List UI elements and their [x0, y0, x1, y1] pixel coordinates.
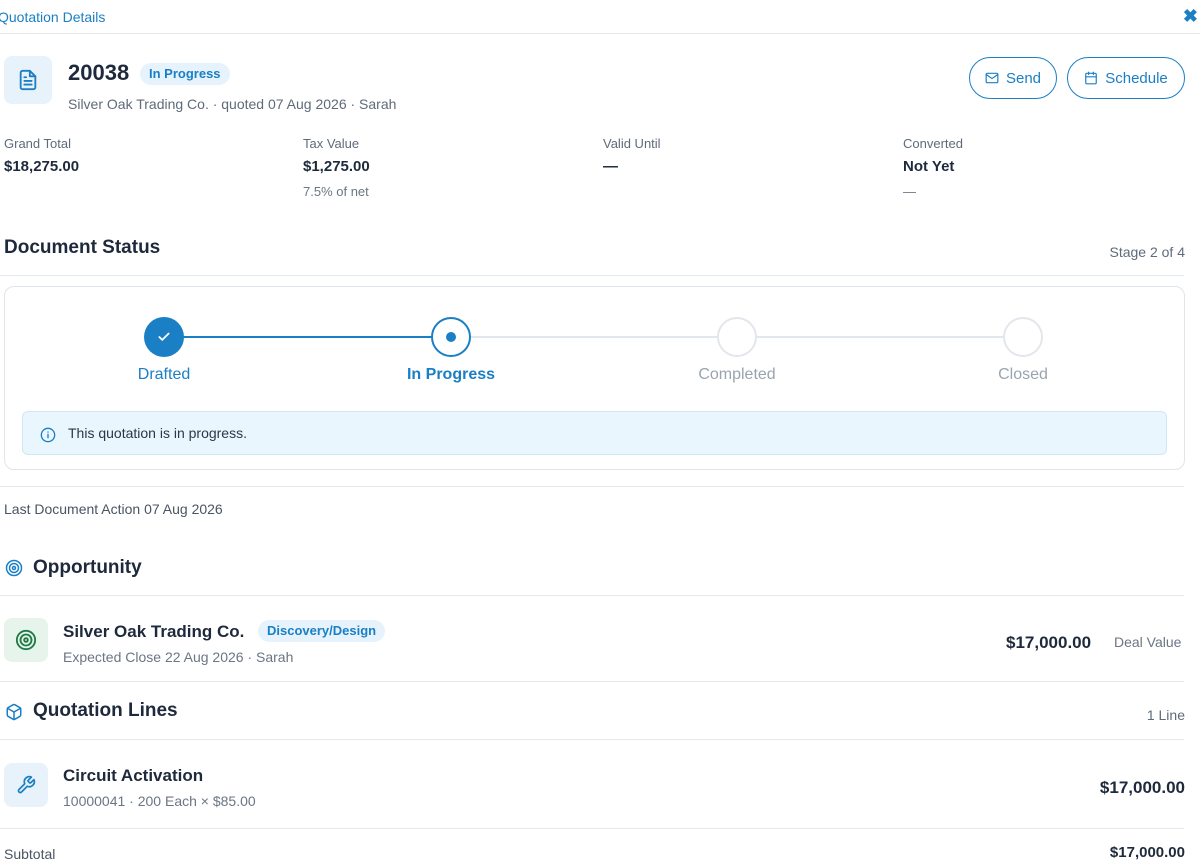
dialog-header: Quotation Details ✖ [0, 0, 1200, 34]
document-status-title: Document Status [4, 237, 161, 258]
box-icon [6, 703, 22, 721]
line-count: 1 Line [1146, 707, 1185, 723]
calendar-icon [1085, 71, 1098, 85]
line-item-detail: 10000041 · 200 Each × $85.00 [63, 793, 256, 809]
dialog-title: Quotation Details [0, 9, 106, 25]
kpi-label: Grand Total [4, 136, 71, 151]
opportunity-section-title: Opportunity [33, 557, 142, 578]
deal-value-amount: $17,000.00 [1006, 633, 1092, 652]
status-info-banner: This quotation is in progress. [22, 411, 1167, 455]
divider [0, 486, 1184, 487]
step-closed-marker [1003, 317, 1043, 357]
kpi-label: Converted [903, 136, 963, 151]
check-icon [158, 332, 170, 341]
step-label-in-progress: In Progress [406, 366, 496, 383]
opportunity-stage-badge: Discovery/Design [258, 620, 386, 642]
kpi-value: $18,275.00 [4, 158, 80, 175]
status-badge: In Progress [140, 63, 230, 85]
kpi-sub: 7.5% of net [303, 184, 369, 199]
divider [0, 681, 1184, 682]
kpi-value: — [603, 158, 618, 175]
info-message: This quotation is in progress. [68, 425, 247, 441]
kpi-converted: Converted Not Yet — [903, 136, 963, 199]
kpi-tax-value: Tax Value $1,275.00 7.5% of net [303, 136, 370, 199]
kpi-label: Valid Until [603, 136, 661, 151]
kpi-grand-total: Grand Total $18,275.00 [4, 136, 79, 175]
line-item-name[interactable]: Circuit Activation [63, 766, 203, 786]
quotation-lines-section-title: Quotation Lines [33, 700, 178, 721]
schedule-button-label: Schedule [1105, 69, 1168, 87]
progress-track-complete [164, 336, 451, 338]
last-document-action: Last Document Action 07 Aug 2026 [4, 501, 223, 517]
subtotal-value: $17,000.00 [1109, 844, 1185, 861]
active-dot [446, 332, 456, 342]
step-in-progress-marker [431, 317, 471, 357]
line-item-amount: $17,000.00 [1099, 778, 1185, 797]
mail-icon [985, 72, 999, 84]
quote-subline: Silver Oak Trading Co. · quoted 07 Aug 2… [68, 96, 397, 112]
step-label-completed: Completed [698, 366, 776, 383]
wrench-icon [4, 763, 48, 807]
kpi-sub: — [903, 184, 916, 199]
send-button-label: Send [1005, 69, 1042, 87]
step-drafted-marker [144, 317, 184, 357]
step-completed-marker [717, 317, 757, 357]
schedule-button[interactable]: Schedule [1067, 57, 1185, 99]
send-button[interactable]: Send [969, 57, 1057, 99]
info-icon [40, 427, 56, 443]
kpi-value: Not Yet [903, 158, 955, 175]
kpi-valid-until: Valid Until — [603, 136, 661, 175]
divider [0, 275, 1184, 276]
divider [0, 828, 1184, 829]
step-label-closed: Closed [998, 366, 1048, 383]
stage-indicator: Stage 2 of 4 [1109, 244, 1185, 260]
opportunity-detail: Expected Close 22 Aug 2026 · Sarah [63, 649, 294, 665]
deal-value-label: Deal Value [1114, 634, 1182, 650]
kpi-label: Tax Value [303, 136, 360, 151]
opportunity-name[interactable]: Silver Oak Trading Co. [63, 622, 244, 642]
quote-number: 20038 [68, 60, 130, 85]
divider [0, 595, 1184, 596]
target-icon [5, 559, 23, 577]
opportunity-target-icon [4, 618, 48, 662]
close-icon[interactable]: ✖ [1183, 6, 1198, 27]
divider [0, 739, 1184, 740]
step-label-drafted: Drafted [137, 366, 191, 383]
document-icon [4, 56, 52, 104]
kpi-value: $1,275.00 [303, 158, 370, 175]
